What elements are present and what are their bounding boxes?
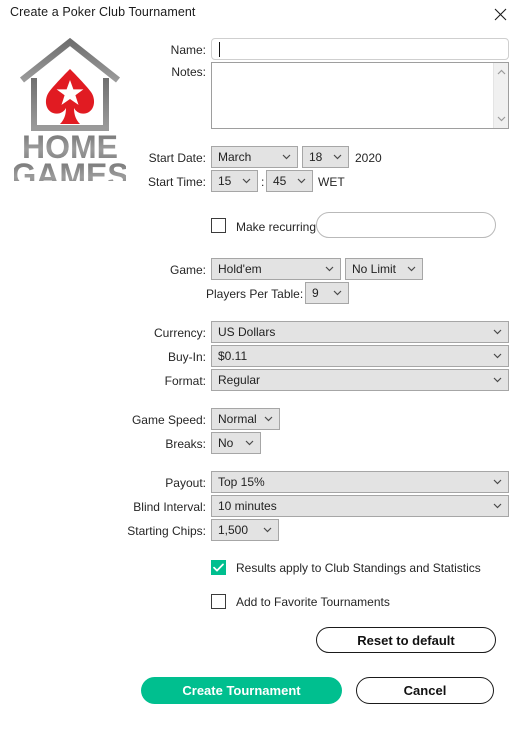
- chevron-down-icon: [245, 433, 254, 453]
- chevron-down-icon: [282, 147, 291, 167]
- results-apply-checkbox[interactable]: [211, 560, 226, 575]
- format-label: Format:: [164, 374, 206, 388]
- currency-label: Currency:: [153, 326, 206, 340]
- notes-label: Notes:: [171, 65, 206, 79]
- blind-interval-label: Blind Interval:: [133, 500, 206, 514]
- start-date-month-value: March: [218, 150, 252, 164]
- game-variant-value: Hold'em: [218, 262, 262, 276]
- game-limit-value: No Limit: [352, 262, 397, 276]
- chevron-down-icon: [242, 171, 251, 191]
- blind-interval-select[interactable]: 10 minutes: [211, 495, 509, 517]
- chevron-down-icon: [407, 259, 416, 279]
- start-time-hour-value: 15: [218, 174, 232, 188]
- players-per-table-value: 9: [312, 286, 319, 300]
- title-bar: Create a Poker Club Tournament: [0, 0, 519, 28]
- start-time-minute-select[interactable]: 45: [266, 170, 313, 192]
- starting-chips-value: 1,500: [218, 523, 249, 537]
- start-time-label: Start Time:: [147, 175, 206, 189]
- create-tournament-button[interactable]: Create Tournament: [141, 677, 342, 704]
- results-apply-label: Results apply to Club Standings and Stat…: [236, 561, 481, 575]
- notes-textarea[interactable]: [211, 62, 509, 129]
- breaks-label: Breaks:: [165, 437, 206, 451]
- payout-label: Payout:: [165, 476, 206, 490]
- chevron-down-icon: [493, 346, 502, 366]
- currency-select[interactable]: US Dollars: [211, 321, 509, 343]
- format-value: Regular: [218, 373, 261, 387]
- chevron-down-icon: [264, 409, 273, 429]
- dialog-title: Create a Poker Club Tournament: [10, 5, 196, 19]
- create-tournament-dialog: Create a Poker Club Tournament HOME GAME…: [0, 0, 519, 734]
- payout-select[interactable]: Top 15%: [211, 471, 509, 493]
- cancel-button[interactable]: Cancel: [356, 677, 494, 704]
- breaks-value: No: [218, 436, 234, 450]
- make-recurring-checkbox[interactable]: [211, 218, 226, 233]
- game-label: Game:: [169, 263, 206, 277]
- game-speed-select[interactable]: Normal: [211, 408, 280, 430]
- start-date-month-select[interactable]: March: [211, 146, 298, 168]
- name-label: Name:: [170, 43, 206, 57]
- name-input[interactable]: [211, 38, 509, 60]
- start-date-year: 2020: [355, 151, 382, 165]
- chevron-down-icon: [493, 496, 502, 516]
- format-select[interactable]: Regular: [211, 369, 509, 391]
- add-favorite-label: Add to Favorite Tournaments: [236, 595, 390, 609]
- check-icon: [213, 563, 224, 572]
- game-speed-label: Game Speed:: [131, 413, 206, 427]
- breaks-select[interactable]: No: [211, 432, 261, 454]
- payout-value: Top 15%: [218, 475, 265, 489]
- time-separator: :: [261, 175, 265, 189]
- home-games-logo: HOME GAMES: [14, 36, 126, 181]
- scroll-down-icon[interactable]: [494, 112, 509, 126]
- add-favorite-checkbox[interactable]: [211, 594, 226, 609]
- close-icon[interactable]: [487, 2, 513, 26]
- game-speed-value: Normal: [218, 412, 257, 426]
- start-date-day-select[interactable]: 18: [302, 146, 349, 168]
- buy-in-select[interactable]: $0.11: [211, 345, 509, 367]
- start-time-hour-select[interactable]: 15: [211, 170, 258, 192]
- currency-value: US Dollars: [218, 325, 276, 339]
- players-per-table-select[interactable]: 9: [305, 282, 349, 304]
- blind-interval-value: 10 minutes: [218, 499, 277, 513]
- buy-in-value: $0.11: [218, 349, 248, 363]
- start-date-label: Start Date:: [148, 151, 206, 165]
- logo-text-games: GAMES: [14, 157, 126, 181]
- players-per-table-label: Players Per Table:: [206, 287, 304, 301]
- chevron-down-icon: [333, 147, 342, 167]
- make-recurring-label: Make recurring: [236, 220, 317, 234]
- recurring-options-field[interactable]: [316, 212, 496, 238]
- game-limit-select[interactable]: No Limit: [345, 258, 423, 280]
- starting-chips-select[interactable]: 1,500: [211, 519, 279, 541]
- chevron-down-icon: [263, 520, 272, 540]
- chevron-down-icon: [493, 370, 502, 390]
- game-variant-select[interactable]: Hold'em: [211, 258, 341, 280]
- scroll-up-icon[interactable]: [494, 65, 509, 79]
- start-time-minute-value: 45: [273, 174, 287, 188]
- chevron-down-icon: [493, 322, 502, 342]
- starting-chips-label: Starting Chips:: [127, 524, 206, 538]
- buy-in-label: Buy-In:: [167, 350, 206, 364]
- notes-scrollbar[interactable]: [493, 63, 508, 128]
- chevron-down-icon: [325, 259, 334, 279]
- chevron-down-icon: [493, 472, 502, 492]
- text-cursor: [219, 42, 220, 57]
- timezone-label: WET: [318, 175, 345, 189]
- chevron-down-icon: [297, 171, 306, 191]
- chevron-down-icon: [333, 283, 342, 303]
- start-date-day-value: 18: [309, 150, 323, 164]
- reset-to-default-button[interactable]: Reset to default: [316, 627, 496, 653]
